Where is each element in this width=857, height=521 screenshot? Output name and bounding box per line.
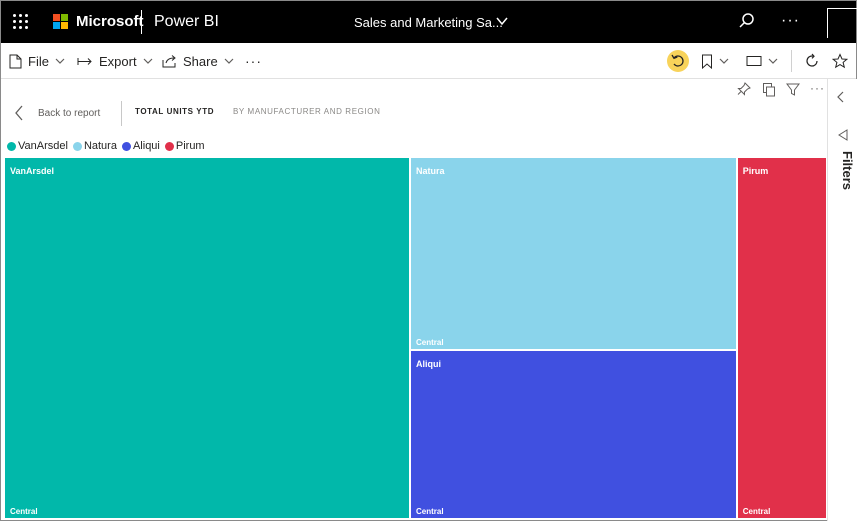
treemap-region-label: Central bbox=[415, 506, 444, 516]
legend-marker bbox=[121, 141, 131, 151]
back-to-report-link[interactable]: Back to report bbox=[14, 103, 100, 123]
treemap-tile-pirum[interactable]: Pirum Central bbox=[737, 158, 826, 518]
file-icon bbox=[9, 54, 22, 68]
star-icon bbox=[832, 53, 848, 69]
action-bar: File Export Share ··· bbox=[1, 43, 856, 79]
filter-icon[interactable] bbox=[786, 81, 800, 99]
chart-legend: VanArsdel Natura Aliqui Pirum bbox=[7, 140, 210, 152]
pin-visual-icon[interactable] bbox=[737, 81, 751, 99]
chevron-down-icon bbox=[143, 58, 153, 64]
app-launcher-icon[interactable] bbox=[13, 14, 29, 30]
reset-to-default-button[interactable] bbox=[667, 50, 689, 72]
search-icon[interactable] bbox=[738, 12, 756, 30]
legend-item[interactable]: VanArsdel bbox=[7, 140, 68, 152]
export-icon bbox=[77, 58, 92, 65]
treemap-region-label: Central bbox=[415, 338, 444, 348]
filters-label[interactable]: Filters bbox=[840, 151, 855, 190]
export-menu-button[interactable]: Export bbox=[77, 43, 153, 79]
chevron-left-icon[interactable] bbox=[836, 91, 846, 103]
treemap-group-label: Natura bbox=[415, 166, 445, 176]
more-actions-button[interactable]: ··· bbox=[245, 43, 262, 79]
favorite-button[interactable] bbox=[832, 43, 848, 79]
treemap-tile-natura[interactable]: Natura Central bbox=[410, 158, 736, 350]
header-divider bbox=[141, 10, 142, 34]
visual-header-divider bbox=[121, 101, 122, 126]
legend-item[interactable]: Pirum bbox=[164, 140, 205, 152]
back-to-report-label: Back to report bbox=[38, 107, 101, 119]
undo-icon bbox=[671, 54, 684, 67]
bookmark-menu-button[interactable] bbox=[701, 43, 729, 79]
filters-pane-collapsed[interactable] bbox=[827, 79, 857, 521]
treemap-region-label: Central bbox=[10, 507, 38, 516]
chevron-down-icon bbox=[55, 58, 65, 64]
product-name[interactable]: Power BI bbox=[154, 13, 219, 31]
microsoft-logo-icon bbox=[53, 14, 69, 30]
visual-subtitle: BY MANUFACTURER AND REGION bbox=[233, 107, 381, 116]
visual-title: TOTAL UNITS YTD bbox=[135, 107, 215, 116]
chevron-down-icon bbox=[719, 58, 729, 64]
bookmark-icon bbox=[702, 54, 712, 69]
legend-label: Pirum bbox=[175, 140, 205, 152]
more-options-icon[interactable]: ··· bbox=[781, 12, 800, 30]
chevron-down-icon[interactable] bbox=[495, 14, 509, 28]
chevron-left-icon bbox=[15, 105, 23, 121]
legend-item[interactable]: Aliqui bbox=[121, 140, 160, 152]
treemap-chart: VanArsdel Central Natura Central Aliqui Centr… bbox=[5, 158, 826, 518]
share-menu-button[interactable]: Share bbox=[162, 43, 234, 79]
visual-more-options-icon[interactable]: ··· bbox=[810, 81, 825, 95]
legend-label: Aliqui bbox=[132, 140, 160, 152]
window-frame bbox=[827, 8, 857, 38]
brand-name: Microsoft bbox=[76, 13, 144, 30]
legend-marker bbox=[72, 141, 82, 151]
legend-marker bbox=[164, 141, 174, 151]
legend-marker bbox=[7, 141, 16, 151]
legend-item[interactable]: Natura bbox=[72, 140, 117, 152]
report-title[interactable]: Sales and Marketing Sa... bbox=[354, 15, 503, 30]
file-menu-button[interactable]: File bbox=[9, 43, 65, 79]
refresh-icon bbox=[806, 53, 818, 67]
chevron-down-icon bbox=[768, 58, 778, 64]
view-icon bbox=[746, 56, 762, 66]
refresh-button[interactable] bbox=[804, 43, 820, 79]
treemap-tile-aliqui[interactable]: Aliqui Central bbox=[410, 351, 736, 518]
chevron-down-icon bbox=[224, 58, 234, 64]
copy-visual-icon[interactable] bbox=[762, 81, 776, 99]
actionbar-divider bbox=[791, 50, 792, 72]
view-menu-button[interactable] bbox=[746, 43, 778, 79]
file-label: File bbox=[28, 53, 49, 69]
treemap-region-label: Central bbox=[742, 507, 771, 516]
legend-label: VanArsdel bbox=[18, 140, 68, 152]
treemap-group-label: VanArsdel bbox=[10, 166, 55, 176]
top-header-bar: Microsoft Power BI Sales and Marketing S… bbox=[1, 1, 857, 43]
filter-arrow-icon bbox=[838, 129, 848, 141]
treemap-group-label: Aliqui bbox=[415, 359, 441, 370]
treemap-tile-vanarsdel[interactable]: VanArsdel Central bbox=[5, 158, 409, 518]
share-icon bbox=[162, 55, 176, 68]
legend-label: Natura bbox=[83, 140, 117, 152]
share-label: Share bbox=[183, 53, 218, 69]
treemap-group-label: Pirum bbox=[742, 166, 769, 176]
export-label: Export bbox=[99, 53, 137, 69]
